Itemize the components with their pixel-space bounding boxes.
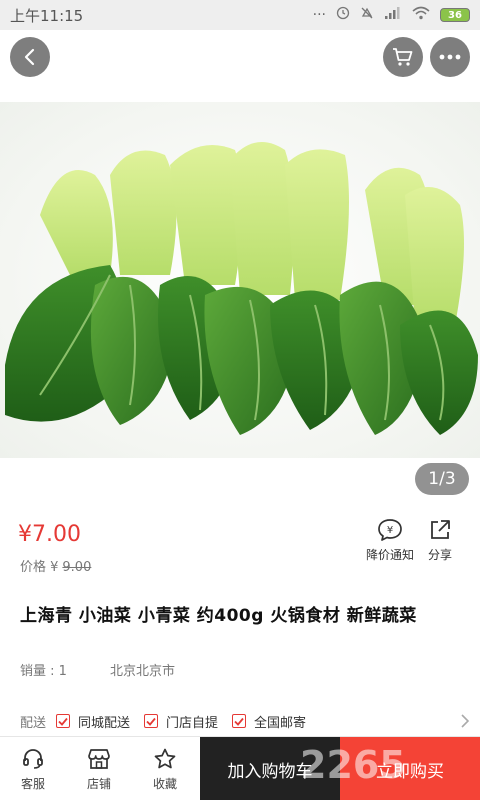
shipping-option-local: 同城配送 xyxy=(56,712,130,731)
customer-service-label: 客服 xyxy=(20,776,45,791)
favorite-label: 收藏 xyxy=(152,776,177,791)
buy-now-button[interactable]: 立即购买 xyxy=(340,737,480,800)
cart-icon xyxy=(393,48,413,66)
chevron-right-icon xyxy=(461,714,470,728)
more-dots-icon: ··· xyxy=(312,7,326,23)
ship-from-location: 北京北京市 xyxy=(110,664,176,679)
store-button[interactable]: 店铺 xyxy=(66,737,132,800)
pager-total: 3 xyxy=(444,469,456,489)
price-drop-icon: ¥ xyxy=(378,519,402,541)
add-to-cart-button[interactable]: 加入购物车 xyxy=(200,737,340,800)
bottom-action-bar: 客服 店铺 收藏 加入购物车 立即购买 2265 xyxy=(0,736,480,800)
favorite-button[interactable]: 收藏 xyxy=(132,737,198,800)
image-pager: 1/3 xyxy=(415,463,469,495)
check-icon xyxy=(232,714,247,728)
share-label: 分享 xyxy=(428,548,453,562)
star-icon xyxy=(154,748,176,768)
signal-icon xyxy=(384,6,402,24)
price-drop-notify-button[interactable]: ¥ 降价通知 xyxy=(366,518,414,563)
battery-icon: 36 xyxy=(440,8,470,22)
alarm-icon xyxy=(336,6,350,24)
check-icon xyxy=(56,714,71,728)
bok-choy-image xyxy=(5,142,478,435)
store-icon xyxy=(88,748,110,769)
check-icon xyxy=(144,714,159,728)
status-bar: 上午11:15 ··· 36 xyxy=(0,0,480,30)
shipping-option-national: 全国邮寄 xyxy=(232,712,306,731)
cart-button[interactable] xyxy=(383,37,423,77)
shipping-option-label: 同城配送 xyxy=(78,715,131,731)
status-icons: ··· 36 xyxy=(313,6,470,24)
mute-icon xyxy=(360,6,374,24)
shipping-row[interactable]: 配送 同城配送 门店自提 全国邮寄 xyxy=(20,711,470,731)
status-time: 上午11:15 xyxy=(10,6,84,25)
svg-text:¥: ¥ xyxy=(387,525,393,536)
current-price: ¥7.00 xyxy=(18,522,81,547)
more-horizontal-icon xyxy=(439,54,461,60)
price-drop-label: 降价通知 xyxy=(366,548,415,562)
wifi-icon xyxy=(412,6,430,24)
original-price-label: 价格 ¥ xyxy=(20,560,59,575)
store-label: 店铺 xyxy=(86,776,111,791)
shipping-option-label: 门店自提 xyxy=(166,715,219,731)
headset-icon xyxy=(23,748,43,769)
sales-count: 销量 : 1 xyxy=(20,664,67,679)
pager-current: 1 xyxy=(428,469,440,489)
shipping-option-pickup: 门店自提 xyxy=(144,712,218,731)
more-button[interactable] xyxy=(430,37,470,77)
share-icon xyxy=(431,520,450,539)
share-button[interactable]: 分享 xyxy=(428,518,452,563)
back-button[interactable] xyxy=(10,37,50,77)
shipping-option-label: 全国邮寄 xyxy=(254,715,307,731)
product-title: 上海青 小油菜 小青菜 约400g 火锅食材 新鲜蔬菜 xyxy=(20,606,417,626)
chevron-left-icon xyxy=(24,48,35,66)
customer-service-button[interactable]: 客服 xyxy=(0,737,66,800)
original-price-value: 9.00 xyxy=(62,560,92,575)
shipping-label: 配送 xyxy=(20,715,47,731)
product-gallery[interactable]: 1/3 xyxy=(0,30,480,510)
original-price: 价格 ¥9.00 xyxy=(20,556,91,575)
